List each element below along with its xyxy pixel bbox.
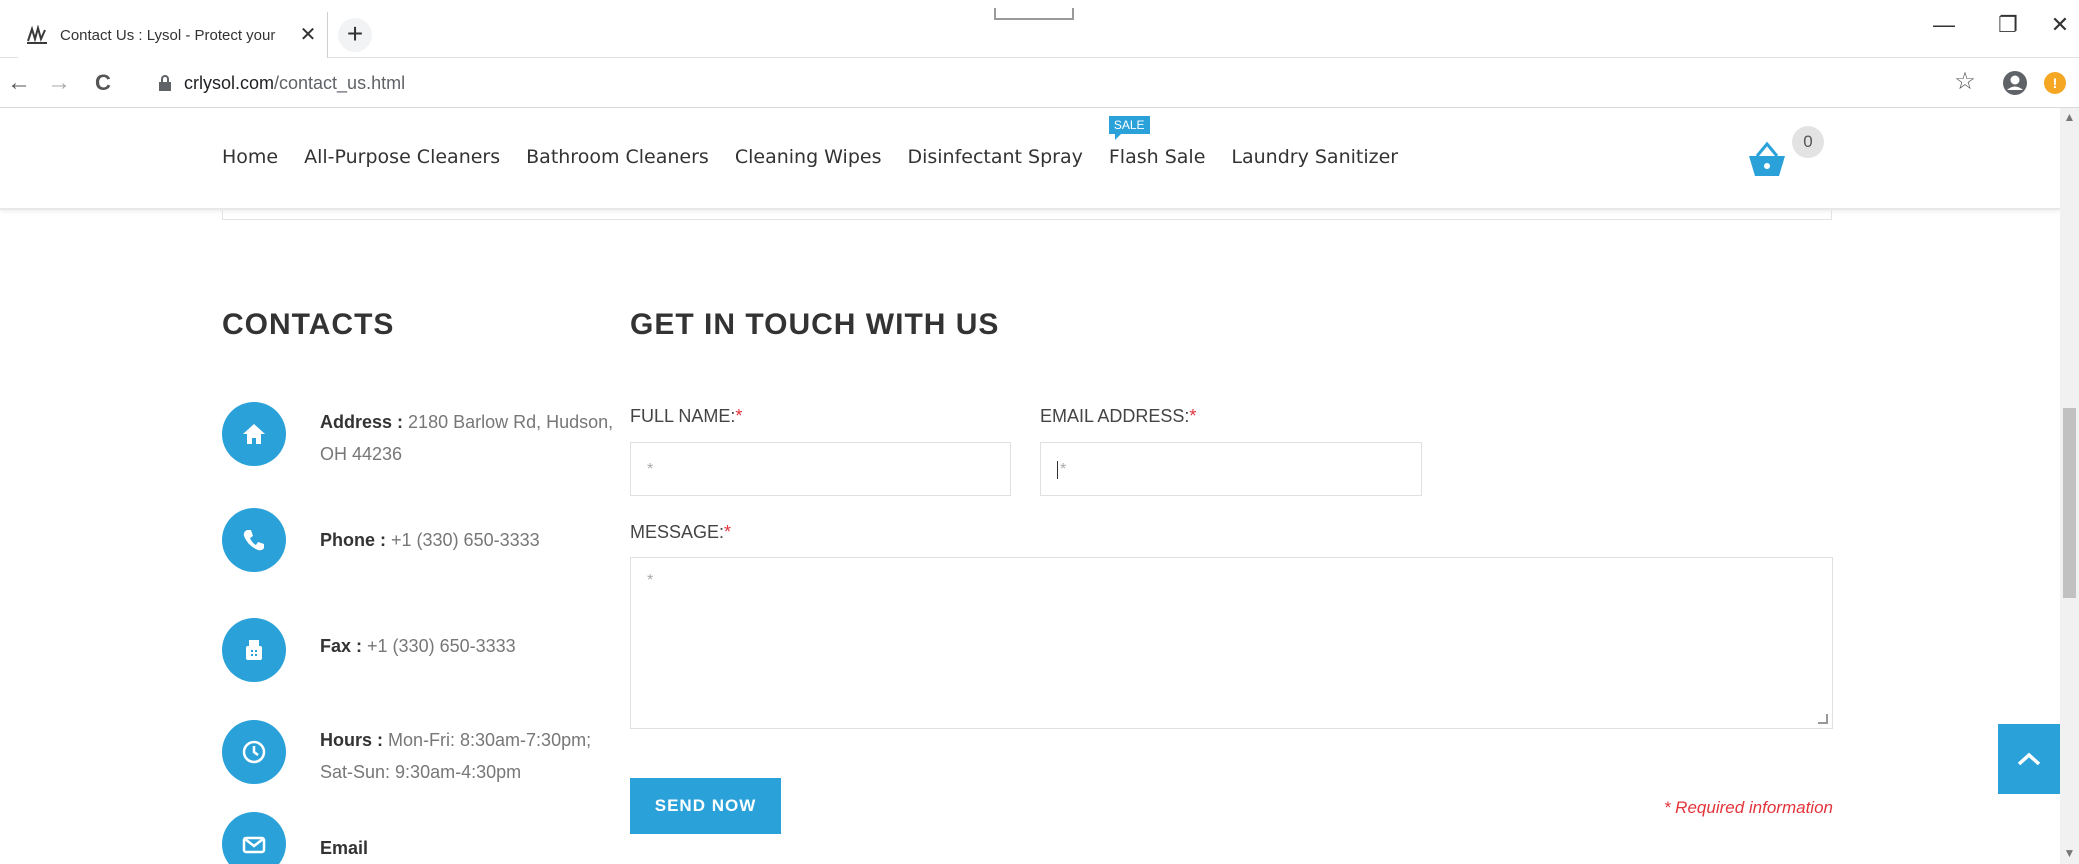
- profile-icon[interactable]: [2002, 70, 2028, 96]
- address-bar: ← → C crlysol.com/contact_us.html ☆ !: [0, 58, 2079, 108]
- browser-tab[interactable]: Contact Us : Lysol - Protect your ✕: [18, 12, 328, 58]
- send-now-button[interactable]: SEND NOW: [630, 778, 781, 834]
- message-label-text: MESSAGE:: [630, 522, 725, 542]
- restore-button[interactable]: ❐: [1988, 10, 2028, 40]
- sale-badge: SALE: [1108, 116, 1150, 140]
- hours-label: Hours :: [320, 730, 383, 750]
- contacts-heading: CONTACTS: [222, 308, 395, 341]
- full-name-input[interactable]: *: [630, 442, 1011, 496]
- back-button[interactable]: ←: [4, 68, 34, 98]
- shopping-basket-icon[interactable]: [1745, 138, 1789, 182]
- message-label: MESSAGE:*: [630, 522, 731, 543]
- message-textarea[interactable]: *: [630, 557, 1833, 729]
- address-text: Address : 2180 Barlow Rd, Hudson, OH 442…: [320, 406, 620, 470]
- required-asterisk: *: [735, 406, 743, 426]
- email-address-label: EMAIL ADDRESS:*: [1040, 406, 1196, 427]
- email-address-input[interactable]: *: [1040, 442, 1422, 496]
- menu-item-flash-sale[interactable]: Flash Sale: [1109, 146, 1206, 168]
- mail-icon: [222, 812, 286, 864]
- new-tab-button[interactable]: +: [338, 18, 372, 52]
- home-icon: [222, 402, 286, 466]
- forward-button[interactable]: →: [44, 68, 74, 98]
- fax-value: +1 (330) 650-3333: [367, 636, 516, 656]
- site-header: Home All-Purpose Cleaners Bathroom Clean…: [0, 108, 2060, 210]
- menu-item-flash-sale-wrap[interactable]: SALE Flash Sale: [1108, 116, 1206, 168]
- full-name-label-text: FULL NAME:: [630, 406, 736, 426]
- tab-title: Contact Us : Lysol - Protect your: [60, 26, 276, 44]
- contact-form-heading: GET IN TOUCH WITH US: [630, 308, 1000, 341]
- resize-handle-icon[interactable]: [1818, 714, 1828, 724]
- phone-label: Phone :: [320, 530, 386, 550]
- lock-icon: [159, 75, 171, 91]
- phone-value: +1 (330) 650-3333: [391, 530, 540, 550]
- cart-count-badge: 0: [1792, 126, 1824, 158]
- bookmark-star-icon[interactable]: ☆: [1950, 66, 1980, 98]
- tab-close-icon[interactable]: ✕: [297, 24, 319, 46]
- back-to-top-button[interactable]: [1998, 724, 2060, 794]
- chevron-up-icon: [2017, 752, 2041, 766]
- reload-button[interactable]: C: [88, 68, 118, 98]
- menu-item-cleaning-wipes[interactable]: Cleaning Wipes: [735, 146, 882, 168]
- url-text: crlysol.com/contact_us.html: [184, 73, 405, 94]
- full-name-placeholder: *: [647, 461, 654, 478]
- minimize-button[interactable]: —: [1924, 10, 1964, 40]
- menu-item-bathroom-cleaners[interactable]: Bathroom Cleaners: [526, 146, 709, 168]
- header-underline: [222, 210, 1832, 220]
- url-host: crlysol.com: [184, 72, 275, 93]
- url-input[interactable]: crlysol.com/contact_us.html: [136, 64, 1956, 102]
- email-address-label-text: EMAIL ADDRESS:: [1040, 406, 1190, 426]
- address-label: Address :: [320, 412, 404, 432]
- required-asterisk: *: [724, 522, 732, 542]
- extension-alert-icon[interactable]: !: [2044, 72, 2066, 94]
- fax-icon: [222, 618, 286, 682]
- main-menu: Home All-Purpose Cleaners Bathroom Clean…: [222, 116, 1398, 168]
- email-label: Email: [320, 838, 369, 858]
- menu-item-all-purpose-cleaners[interactable]: All-Purpose Cleaners: [304, 146, 500, 168]
- phone-text: Phone : +1 (330) 650-3333: [320, 524, 620, 556]
- menu-item-laundry-sanitizer[interactable]: Laundry Sanitizer: [1231, 146, 1398, 168]
- clock-icon: [222, 720, 286, 784]
- required-information-note: * Required information: [1663, 798, 1833, 817]
- required-asterisk: *: [1189, 406, 1197, 426]
- close-window-button[interactable]: ✕: [2040, 10, 2079, 40]
- menu-item-home[interactable]: Home: [222, 146, 278, 168]
- scroll-down-arrow-icon[interactable]: ▼: [2060, 846, 2079, 862]
- browser-tab-bar: Contact Us : Lysol - Protect your ✕ + — …: [0, 0, 2079, 58]
- lysol-favicon-icon: [27, 25, 47, 44]
- fax-text: Fax : +1 (330) 650-3333: [320, 630, 620, 662]
- message-placeholder: *: [647, 572, 654, 589]
- menu-item-disinfectant-spray[interactable]: Disinfectant Spray: [907, 146, 1082, 168]
- full-name-label: FULL NAME:*: [630, 406, 742, 427]
- page-content: Home All-Purpose Cleaners Bathroom Clean…: [0, 108, 2060, 864]
- page-scrollbar[interactable]: ▲ ▼: [2060, 108, 2079, 864]
- hours-text: Hours : Mon-Fri: 8:30am-7:30pm; Sat-Sun:…: [320, 724, 610, 788]
- email-placeholder: *: [1060, 461, 1067, 479]
- url-path: /contact_us.html: [274, 72, 406, 93]
- scroll-up-arrow-icon[interactable]: ▲: [2060, 110, 2079, 126]
- fax-label: Fax :: [320, 636, 363, 656]
- text-cursor: [1057, 461, 1058, 479]
- email-text: Email: [320, 832, 620, 864]
- window-drag-handle: [994, 8, 1074, 20]
- scrollbar-thumb[interactable]: [2063, 408, 2076, 598]
- phone-icon: [222, 508, 286, 572]
